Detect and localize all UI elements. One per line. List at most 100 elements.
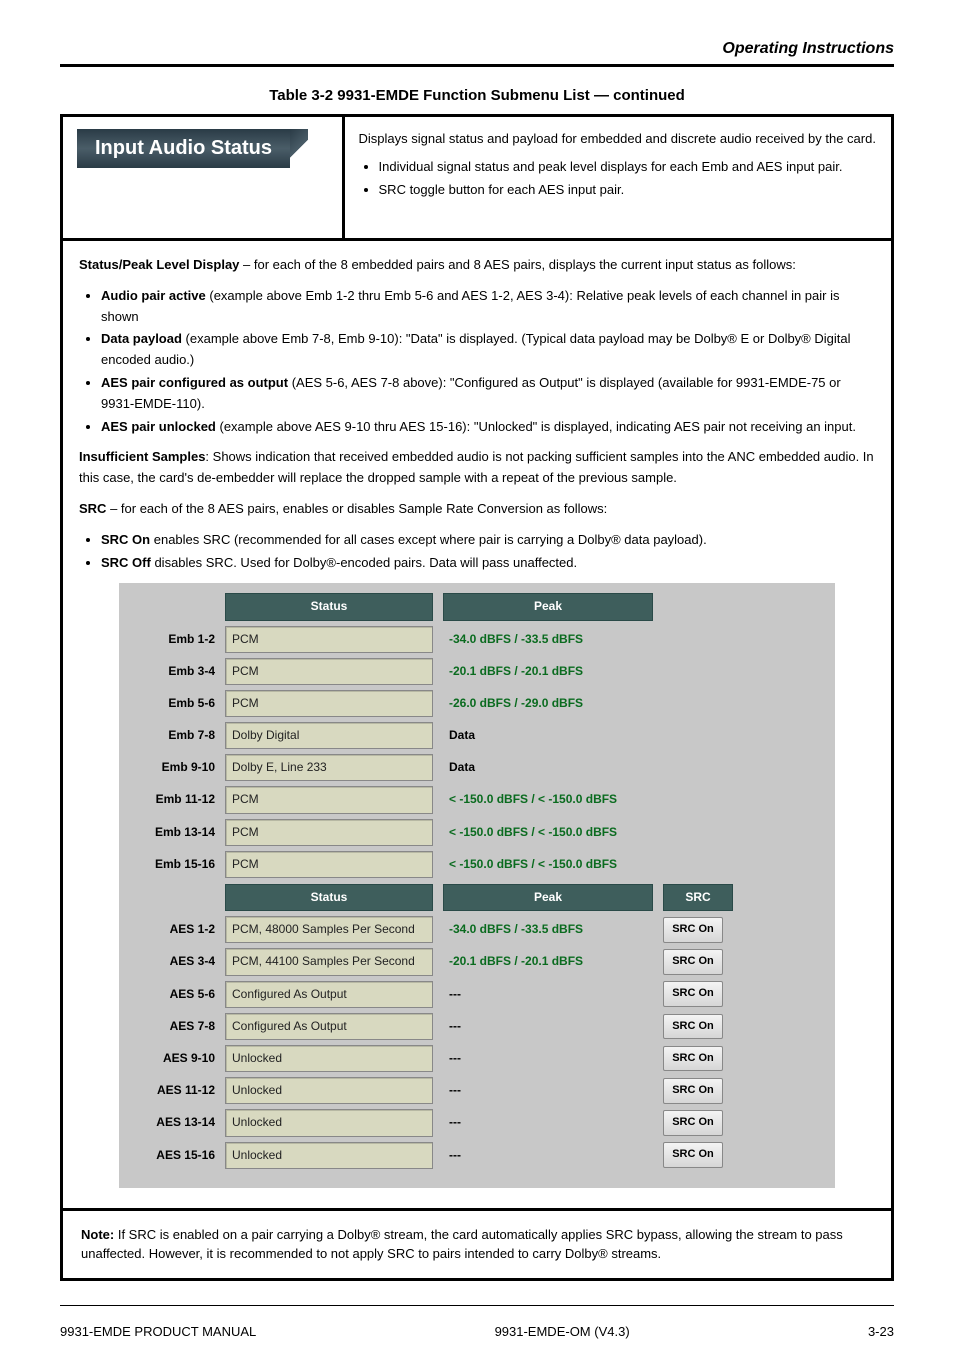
src-toggle-button[interactable]: SRC On [663, 949, 723, 975]
emb-status-field: Dolby E, Line 233 [225, 754, 433, 781]
emb-row: Emb 15-16PCM< -150.0 dBFS / < -150.0 dBF… [129, 851, 819, 878]
src-toggle-button[interactable]: SRC On [663, 1014, 723, 1040]
emb-peak-value: Data [443, 758, 653, 777]
tab-description: Displays signal status and payload for e… [345, 117, 891, 238]
aes-src-cell: SRC On [663, 1014, 733, 1040]
emb-row: Emb 7-8 Dolby Digital Data [129, 722, 819, 749]
src-bullet-lead: SRC Off [101, 555, 151, 570]
bullet-lead: AES pair unlocked [101, 419, 216, 434]
table-caption: Table 3-2 9931-EMDE Function Submenu Lis… [60, 87, 894, 104]
aes-row: AES 11-12 Unlocked --- SRC On [129, 1077, 819, 1104]
emb-peak-value: -26.0 dBFS / -29.0 dBFS [443, 694, 653, 713]
main-table: Input Audio Status Displays signal statu… [60, 114, 894, 1281]
aes-row: AES 7-8 Configured As Output --- SRC On [129, 1013, 819, 1040]
emb-peak-value: Data [443, 726, 653, 745]
emb-row: Emb 9-10 Dolby E, Line 233 Data [129, 754, 819, 781]
emb-row: Emb 3-4 PCM -20.1 dBFS / -20.1 dBFS [129, 658, 819, 685]
page-header-rule [60, 64, 894, 67]
bullet-lead: Data payload [101, 331, 182, 346]
page-footer: 9931-EMDE PRODUCT MANUAL 9931-EMDE-OM (V… [60, 1324, 894, 1339]
aes-peak-value: -20.1 dBFS / -20.1 dBFS [443, 952, 653, 971]
src-toggle-button[interactable]: SRC On [663, 981, 723, 1007]
aes-row-label: AES 5-6 [129, 985, 215, 1004]
aes-src-cell: SRC On [663, 917, 733, 943]
tab-lead-text: Displays signal status and payload for e… [359, 129, 877, 149]
src-toggle-button[interactable]: SRC On [663, 1142, 723, 1168]
aes-peak-value: --- [443, 1017, 653, 1036]
note-block: Note: If SRC is enabled on a pair carryi… [63, 1211, 891, 1278]
aes-row-label: AES 15-16 [129, 1146, 215, 1165]
aes-status-field: Unlocked [225, 1142, 433, 1169]
bullet-body: (example above Emb 7-8, Emb 9-10): "Data… [101, 331, 851, 367]
emb-status-field: PCM [225, 819, 433, 846]
emb-status-field: Dolby Digital [225, 722, 433, 749]
src-toggle-button[interactable]: SRC On [663, 1110, 723, 1136]
emb-row-label: Emb 1-2 [129, 630, 215, 649]
description-cell: Status/Peak Level Display – for each of … [63, 241, 891, 1211]
aes-src-cell: SRC On [663, 1142, 733, 1168]
header-status: Status [225, 593, 433, 620]
bullet-lead: AES pair configured as output [101, 375, 288, 390]
aes-src-cell: SRC On [663, 949, 733, 975]
emb-row-label: Emb 3-4 [129, 662, 215, 681]
emb-row-label: Emb 7-8 [129, 726, 215, 745]
bullet-body: (example above Emb 1-2 thru Emb 5-6 and … [101, 288, 839, 324]
emb-status-field: PCM [225, 658, 433, 685]
header-status: Status [225, 884, 433, 911]
aes-row-label: AES 9-10 [129, 1049, 215, 1068]
emb-row-label: Emb 13-14 [129, 823, 215, 842]
aes-status-field: Unlocked [225, 1109, 433, 1136]
emb-peak-value: < -150.0 dBFS / < -150.0 dBFS [443, 855, 653, 874]
header-peak: Peak [443, 884, 653, 911]
insuff-lead: Insufficient Samples [79, 449, 205, 464]
emb-row-label: Emb 9-10 [129, 758, 215, 777]
aes-status-field: Configured As Output [225, 1013, 433, 1040]
footer-right: 3-23 [868, 1324, 894, 1339]
emb-peak-value: -34.0 dBFS / -33.5 dBFS [443, 630, 653, 649]
aes-row: AES 15-16Unlocked---SRC On [129, 1142, 819, 1169]
note-body: If SRC is enabled on a pair carrying a D… [81, 1227, 843, 1262]
header-src: SRC [663, 884, 733, 911]
aes-row-label: AES 7-8 [129, 1017, 215, 1036]
aes-peak-value: --- [443, 1113, 653, 1132]
src-body: – for each of the 8 AES pairs, enables o… [106, 501, 607, 516]
aes-status-field: Configured As Output [225, 981, 433, 1008]
input-audio-status-tab: Input Audio Status [77, 129, 290, 168]
page-header-right: Operating Instructions [60, 40, 894, 58]
src-toggle-button[interactable]: SRC On [663, 1046, 723, 1072]
aes-row-label: AES 11-12 [129, 1081, 215, 1100]
aes-row-label: AES 1-2 [129, 920, 215, 939]
aes-row: AES 1-2PCM, 48000 Samples Per Second-34.… [129, 916, 819, 943]
aes-peak-value: --- [443, 985, 653, 1004]
src-toggle-button[interactable]: SRC On [663, 917, 723, 943]
aes-status-field: Unlocked [225, 1077, 433, 1104]
emb-peak-value: < -150.0 dBFS / < -150.0 dBFS [443, 823, 653, 842]
aes-status-field: Unlocked [225, 1045, 433, 1072]
aes-peak-value: -34.0 dBFS / -33.5 dBFS [443, 920, 653, 939]
src-bullet-body: enables SRC (recommended for all cases e… [150, 532, 707, 547]
footer-center: 9931-EMDE-OM (V4.3) [495, 1324, 630, 1339]
emb-row: Emb 11-12PCM< -150.0 dBFS / < -150.0 dBF… [129, 786, 819, 813]
bullet-lead: Audio pair active [101, 288, 206, 303]
emb-row: Emb 5-6PCM-26.0 dBFS / -29.0 dBFS [129, 690, 819, 717]
aes-row-label: AES 13-14 [129, 1113, 215, 1132]
footer-rule [60, 1305, 894, 1306]
src-bullet-lead: SRC On [101, 532, 150, 547]
status-panel: X Status Peak Emb 1-2PCM-34.0 dBFS / -33… [119, 583, 835, 1187]
head-bullet: SRC toggle button for each AES input pai… [379, 180, 877, 200]
aes-src-cell: SRC On [663, 1110, 733, 1136]
emb-peak-value: -20.1 dBFS / -20.1 dBFS [443, 662, 653, 681]
aes-status-field: PCM, 44100 Samples Per Second [225, 948, 433, 975]
src-bullet-body: disables SRC. Used for Dolby®-encoded pa… [151, 555, 577, 570]
head-bullet: Individual signal status and peak level … [379, 157, 877, 177]
bullet-body: (example above AES 9-10 thru AES 15-16):… [216, 419, 856, 434]
table-header-row: Input Audio Status Displays signal statu… [63, 117, 891, 241]
aes-src-cell: SRC On [663, 1046, 733, 1072]
aes-src-cell: SRC On [663, 1078, 733, 1104]
aes-row: AES 13-14 Unlocked --- SRC On [129, 1109, 819, 1136]
aes-peak-value: --- [443, 1081, 653, 1100]
emb-status-field: PCM [225, 626, 433, 653]
note-lead: Note: [81, 1227, 114, 1242]
aes-row: AES 5-6 Configured As Output --- SRC On [129, 981, 819, 1008]
src-toggle-button[interactable]: SRC On [663, 1078, 723, 1104]
